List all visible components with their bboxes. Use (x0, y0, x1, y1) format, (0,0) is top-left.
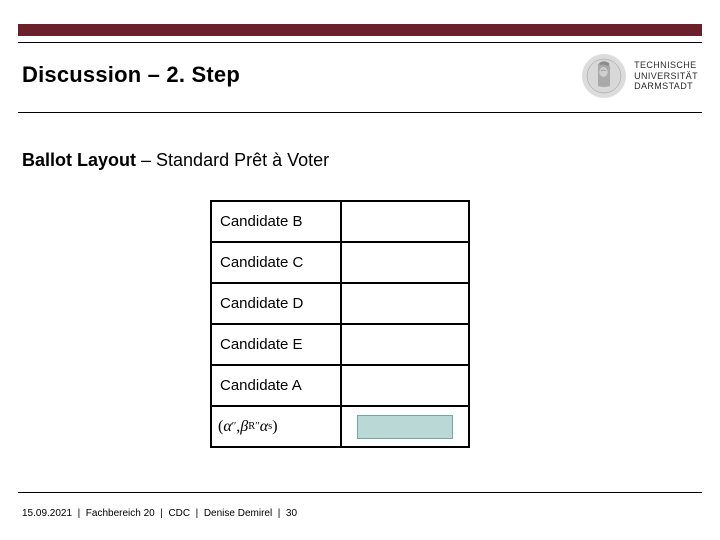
divider-top (18, 42, 702, 43)
slide-subtitle: Ballot Layout – Standard Prêt à Voter (22, 150, 329, 171)
divider-title (18, 112, 702, 113)
candidate-label: Candidate E (212, 325, 342, 364)
footer-date: 15.09.2021 (22, 508, 72, 519)
logo-line2: UNIVERSITÄT (634, 71, 698, 81)
footer-author: Denise Demirel (204, 508, 272, 519)
mark-cell (342, 366, 468, 405)
commitment-swatch-cell (342, 407, 468, 446)
logo-line3: DARMSTADT (634, 81, 698, 91)
commitment-math: (α′′, βR′′ αs) (212, 407, 342, 446)
mark-cell (342, 202, 468, 241)
slide-footer: 15.09.2021 | Fachbereich 20 | CDC | Deni… (22, 508, 297, 519)
athena-seal-icon (582, 54, 626, 98)
mark-cell (342, 325, 468, 364)
logo-line1: TECHNISCHE (634, 60, 698, 70)
subtitle-bold: Ballot Layout (22, 150, 136, 170)
table-row: Candidate D (212, 284, 468, 325)
mark-cell (342, 243, 468, 282)
footer-dept: Fachbereich 20 (86, 508, 155, 519)
table-row: Candidate B (212, 202, 468, 243)
candidate-label: Candidate B (212, 202, 342, 241)
table-row: Candidate E (212, 325, 468, 366)
candidate-label: Candidate D (212, 284, 342, 323)
slide: Discussion – 2. Step TECHNISCHE UNIVERSI… (0, 0, 720, 540)
mark-cell (342, 284, 468, 323)
divider-footer (18, 492, 702, 493)
table-row: Candidate C (212, 243, 468, 284)
accent-bar (18, 24, 702, 36)
commitment-row: (α′′, βR′′ αs) (212, 407, 468, 448)
footer-page: 30 (286, 508, 297, 519)
footer-group: CDC (168, 508, 190, 519)
table-row: Candidate A (212, 366, 468, 407)
subtitle-rest: – Standard Prêt à Voter (136, 150, 329, 170)
university-logo: TECHNISCHE UNIVERSITÄT DARMSTADT (582, 54, 698, 98)
slide-title: Discussion – 2. Step (22, 62, 240, 88)
candidate-label: Candidate A (212, 366, 342, 405)
highlight-swatch (357, 415, 453, 439)
candidate-label: Candidate C (212, 243, 342, 282)
university-name: TECHNISCHE UNIVERSITÄT DARMSTADT (634, 60, 698, 91)
ballot-table: Candidate B Candidate C Candidate D Cand… (210, 200, 470, 448)
